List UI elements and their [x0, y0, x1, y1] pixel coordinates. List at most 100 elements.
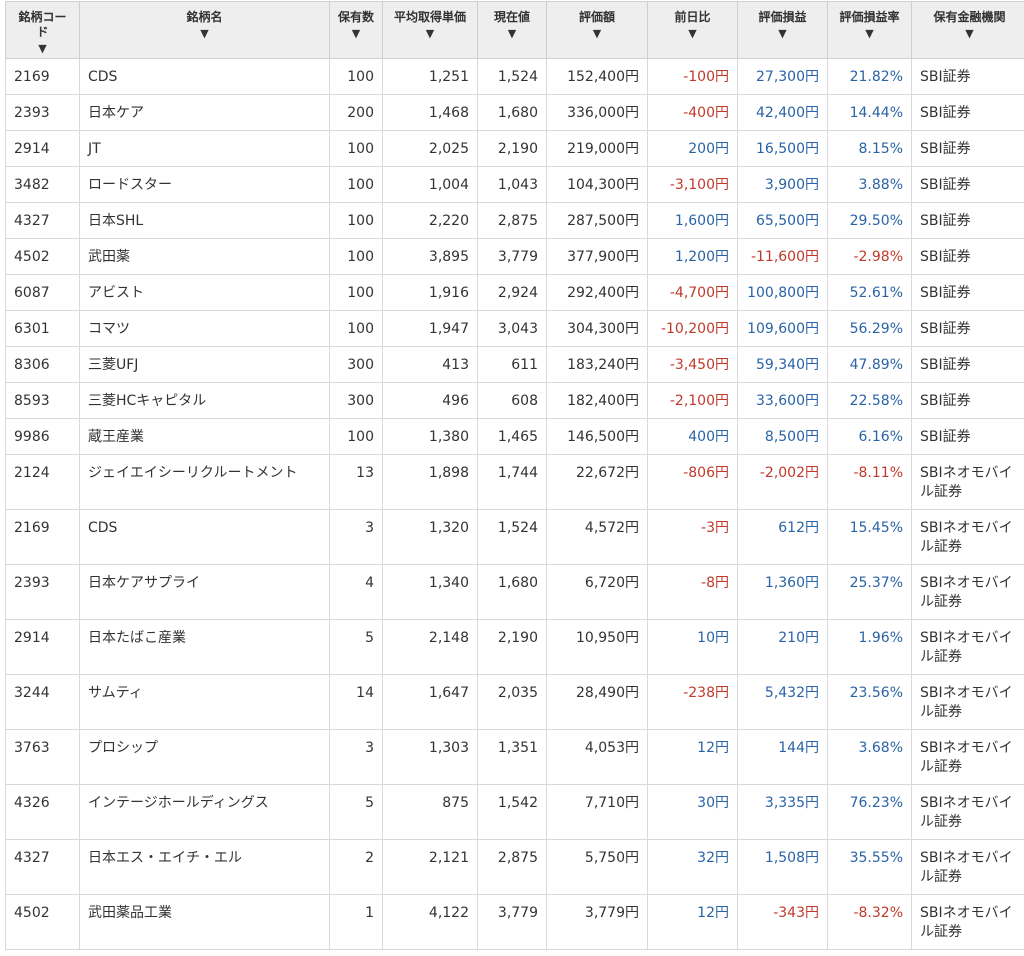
profit-loss-cell: 1,508円 — [737, 839, 828, 895]
average-cost-cell: 1,947 — [382, 310, 478, 347]
sort-arrow-icon[interactable]: ▼ — [387, 27, 473, 41]
institution-cell: SBI証券 — [911, 274, 1024, 311]
day-change-cell: -400円 — [647, 94, 738, 131]
profit-loss-rate-cell: 76.23% — [827, 784, 912, 840]
profit-loss-rate-cell: 3.68% — [827, 729, 912, 785]
profit-loss-cell: 3,900円 — [737, 166, 828, 203]
table-row[interactable]: 4502 武田薬品工業 1 4,122 3,779 3,779円 12円 -343円 -8.32… — [5, 894, 1024, 950]
sort-arrow-icon[interactable]: ▼ — [916, 27, 1023, 41]
sort-arrow-icon[interactable]: ▼ — [84, 27, 325, 41]
market-value-cell: 5,750円 — [546, 839, 648, 895]
sort-arrow-icon[interactable]: ▼ — [334, 27, 378, 41]
table-row[interactable]: 2169 CDS 3 1,320 1,524 4,572円 -3円 612円 15.45% SBI… — [5, 509, 1024, 565]
table-row[interactable]: 8306 三菱UFJ 300 413 611 183,240円 -3,450円 59,340円… — [5, 346, 1024, 383]
table-row[interactable]: 6087 アビスト 100 1,916 2,924 292,400円 -4,700円 100,… — [5, 274, 1024, 311]
institution-cell: SBI証券 — [911, 58, 1024, 95]
profit-loss-cell: 109,600円 — [737, 310, 828, 347]
current-price-cell: 1,465 — [477, 418, 547, 455]
table-row[interactable]: 2393 日本ケア 200 1,468 1,680 336,000円 -400円 42,400… — [5, 94, 1024, 131]
stock-name-cell: 蔵王産業 — [79, 418, 330, 455]
table-row[interactable]: 3763 プロシップ 3 1,303 1,351 4,053円 12円 144円 3.68% SB… — [5, 729, 1024, 785]
average-cost-cell: 1,916 — [382, 274, 478, 311]
table-row[interactable]: 3482 ロードスター 100 1,004 1,043 104,300円 -3,100円 3,… — [5, 166, 1024, 203]
column-header-label: 現在値 — [493, 10, 530, 24]
profit-loss-rate-cell: 56.29% — [827, 310, 912, 347]
average-cost-cell: 413 — [382, 346, 478, 383]
stock-code-cell: 6087 — [5, 274, 80, 311]
table-row[interactable]: 4502 武田薬 100 3,895 3,779 377,900円 1,200円 -11,60… — [5, 238, 1024, 275]
table-row[interactable]: 3244 サムティ 14 1,647 2,035 28,490円 -238円 5,432円 23… — [5, 674, 1024, 730]
table-row[interactable]: 8593 三菱HCキャピタル 300 496 608 182,400円 -2,100円 33,… — [5, 382, 1024, 419]
stock-code-cell: 2914 — [5, 619, 80, 675]
market-value-cell: 377,900円 — [546, 238, 648, 275]
stock-name-cell: インテージホールディングス — [79, 784, 330, 840]
quantity-cell: 5 — [329, 619, 383, 675]
sort-arrow-icon[interactable]: ▼ — [551, 27, 643, 41]
market-value-cell: 22,672円 — [546, 454, 648, 510]
institution-cell: SBI証券 — [911, 130, 1024, 167]
stock-name-cell: ジェイエイシーリクルートメント — [79, 454, 330, 510]
institution-cell: SBIネオモバイル証券 — [911, 454, 1024, 510]
stock-code-cell: 2169 — [5, 509, 80, 565]
sort-arrow-icon[interactable]: ▼ — [482, 27, 542, 41]
sort-arrow-icon[interactable]: ▼ — [742, 27, 823, 41]
quantity-cell: 100 — [329, 274, 383, 311]
column-header-rate[interactable]: 評価損益率 ▼ — [827, 1, 912, 59]
profit-loss-rate-cell: 23.56% — [827, 674, 912, 730]
current-price-cell: 3,779 — [477, 894, 547, 950]
sort-arrow-icon[interactable]: ▼ — [652, 27, 733, 41]
institution-cell: SBI証券 — [911, 418, 1024, 455]
table-row[interactable]: 6301 コマツ 100 1,947 3,043 304,300円 -10,200円 109,… — [5, 310, 1024, 347]
column-header-code[interactable]: 銘柄コード ▼ — [5, 1, 80, 59]
stock-name-cell: サムティ — [79, 674, 330, 730]
column-header-name[interactable]: 銘柄名 ▼ — [79, 1, 330, 59]
table-row[interactable]: 9986 蔵王産業 100 1,380 1,465 146,500円 400円 8,500円 6… — [5, 418, 1024, 455]
column-header-pl[interactable]: 評価損益 ▼ — [737, 1, 828, 59]
column-header-day[interactable]: 前日比 ▼ — [647, 1, 738, 59]
market-value-cell: 104,300円 — [546, 166, 648, 203]
table-row[interactable]: 2914 JT 100 2,025 2,190 219,000円 200円 16,500円 8.… — [5, 130, 1024, 167]
quantity-cell: 100 — [329, 130, 383, 167]
table-row[interactable]: 2393 日本ケアサプライ 4 1,340 1,680 6,720円 -8円 1,360円 25… — [5, 564, 1024, 620]
current-price-cell: 3,779 — [477, 238, 547, 275]
table-row[interactable]: 2914 日本たばこ産業 5 2,148 2,190 10,950円 10円 210円 1.96… — [5, 619, 1024, 675]
table-row[interactable]: 2124 ジェイエイシーリクルートメント 13 1,898 1,744 22,672円 -8… — [5, 454, 1024, 510]
sort-arrow-icon[interactable]: ▼ — [832, 27, 907, 41]
market-value-cell: 152,400円 — [546, 58, 648, 95]
average-cost-cell: 496 — [382, 382, 478, 419]
day-change-cell: -238円 — [647, 674, 738, 730]
stock-code-cell: 2124 — [5, 454, 80, 510]
profit-loss-rate-cell: 6.16% — [827, 418, 912, 455]
profit-loss-cell: 1,360円 — [737, 564, 828, 620]
column-header-inst[interactable]: 保有金融機関 ▼ — [911, 1, 1024, 59]
market-value-cell: 304,300円 — [546, 310, 648, 347]
table-row[interactable]: 4326 インテージホールディングス 5 875 1,542 7,710円 30円 3,335… — [5, 784, 1024, 840]
profit-loss-cell: 59,340円 — [737, 346, 828, 383]
day-change-cell: 1,200円 — [647, 238, 738, 275]
table-row[interactable]: 4327 日本エス・エイチ・エル 2 2,121 2,875 5,750円 32円 1,508… — [5, 839, 1024, 895]
profit-loss-cell: 144円 — [737, 729, 828, 785]
column-header-value[interactable]: 評価額 ▼ — [546, 1, 648, 59]
column-header-price[interactable]: 現在値 ▼ — [477, 1, 547, 59]
table-row[interactable]: 2169 CDS 100 1,251 1,524 152,400円 -100円 27,300円… — [5, 58, 1024, 95]
profit-loss-rate-cell: 22.58% — [827, 382, 912, 419]
market-value-cell: 182,400円 — [546, 382, 648, 419]
day-change-cell: 400円 — [647, 418, 738, 455]
column-header-qty[interactable]: 保有数 ▼ — [329, 1, 383, 59]
current-price-cell: 1,351 — [477, 729, 547, 785]
average-cost-cell: 3,895 — [382, 238, 478, 275]
column-header-avg[interactable]: 平均取得単価 ▼ — [382, 1, 478, 59]
sort-arrow-icon[interactable]: ▼ — [10, 42, 75, 56]
stock-name-cell: 三菱HCキャピタル — [79, 382, 330, 419]
profit-loss-rate-cell: 1.96% — [827, 619, 912, 675]
profit-loss-cell: 5,432円 — [737, 674, 828, 730]
stock-name-cell: 日本ケアサプライ — [79, 564, 330, 620]
profit-loss-rate-cell: -8.11% — [827, 454, 912, 510]
stock-code-cell: 4327 — [5, 202, 80, 239]
table-row[interactable]: 4327 日本SHL 100 2,220 2,875 287,500円 1,600円 65,5… — [5, 202, 1024, 239]
stock-code-cell: 3244 — [5, 674, 80, 730]
average-cost-cell: 2,148 — [382, 619, 478, 675]
stock-code-cell: 4327 — [5, 839, 80, 895]
profit-loss-rate-cell: 47.89% — [827, 346, 912, 383]
profit-loss-cell: -2,002円 — [737, 454, 828, 510]
